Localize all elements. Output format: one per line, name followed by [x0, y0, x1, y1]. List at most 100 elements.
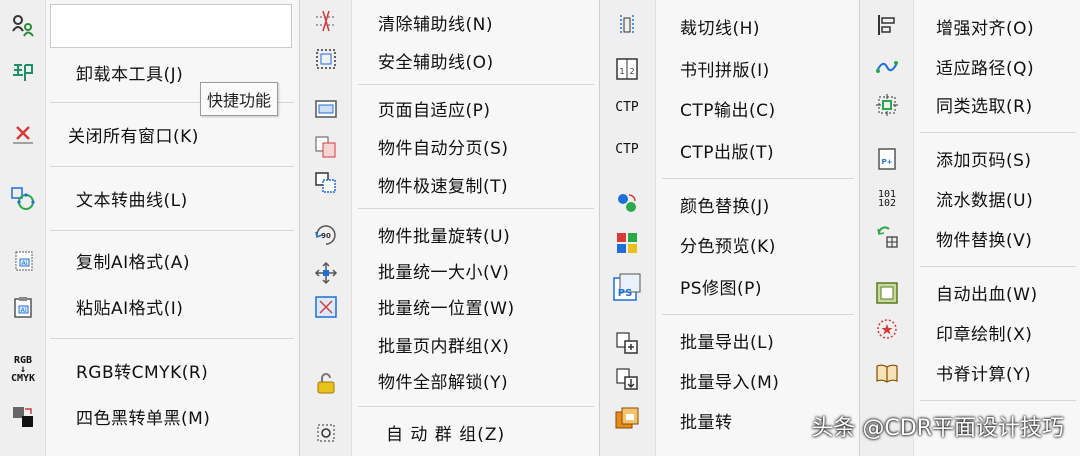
menu-item-label: 四色黑转单黑(M) [76, 408, 211, 429]
menu-item-label: 物件极速复制(T) [378, 176, 509, 197]
menu-item-label: 印章绘制(X) [936, 324, 1033, 345]
align-icon [874, 12, 900, 38]
menu-item-label: CTP输出(C) [680, 100, 776, 121]
separator [920, 266, 1076, 267]
menu-item-ps-retouch[interactable]: PS修图(P) [680, 272, 762, 300]
rgb-to-cmyk-icon: RGB ↓ CMYK [6, 350, 40, 388]
menu-item-label: 批量页内群组(X) [378, 336, 510, 357]
menu-item-label: 清除辅助线(N) [378, 14, 493, 35]
menu-item-label: 批量转 [680, 412, 733, 433]
menu-item-rgb-to-cmyk[interactable]: RGB转CMYK(R) [76, 356, 208, 384]
menu-item-label: 物件替换(V) [936, 230, 1033, 251]
menu-item-label: 物件全部解锁(Y) [378, 372, 509, 393]
menu-item-enhanced-align[interactable]: 增强对齐(O) [936, 12, 1034, 40]
menu-item-label: 流水数据(U) [936, 190, 1034, 211]
auto-paginate-icon [313, 134, 339, 160]
crop-marks-icon [614, 12, 640, 38]
number-icon-text-2: 102 [877, 198, 897, 209]
auto-group-icon [313, 420, 339, 446]
menu-item-spine-calc[interactable]: 书脊计算(Y) [936, 358, 1031, 386]
menu-item-crop-marks[interactable]: 裁切线(H) [680, 12, 760, 40]
menu-item-label: 自动出血(W) [936, 284, 1038, 305]
unify-size-icon [313, 260, 339, 286]
menu-item-label: 关闭所有窗口(K) [68, 126, 199, 147]
menu-item-batch-rotate[interactable]: 物件批量旋转(U) [378, 220, 510, 248]
menu-item-copy-ai-format[interactable]: 复制AI格式(A) [76, 246, 190, 274]
separator [50, 338, 294, 339]
menu-item-clear-guides[interactable]: 清除辅助线(N) [378, 8, 493, 36]
menu-item-paste-ai-format[interactable]: 粘贴AI格式(I) [76, 292, 183, 320]
menu-item-close-all-windows[interactable]: 关闭所有窗口(K) [68, 120, 199, 148]
menu-item-label: 裁切线(H) [680, 18, 761, 39]
menu-item-color-replace[interactable]: 颜色替换(J) [680, 190, 770, 218]
menu-item-label: 适应路径(Q) [936, 58, 1035, 79]
menu-item-separation-preview[interactable]: 分色预览(K) [680, 230, 776, 258]
separator [50, 230, 294, 231]
unify-position-icon [313, 294, 339, 320]
svg-text:Ai: Ai [22, 260, 28, 267]
menu-item-unify-size[interactable]: 批量统一大小(V) [378, 256, 509, 284]
menu-item-auto-bleed[interactable]: 自动出血(W) [936, 278, 1038, 306]
menu-item-text-to-curve[interactable]: 文本转曲线(L) [76, 184, 188, 212]
menu-item-label: 书脊计算(Y) [936, 364, 1032, 385]
menu-item-ctp-output[interactable]: CTP输出(C) [680, 94, 776, 122]
copy-ai-icon: Ai [10, 248, 36, 274]
menu-item-four-black-to-single[interactable]: 四色黑转单黑(M) [76, 402, 210, 430]
menu-item-unlock-all[interactable]: 物件全部解锁(Y) [378, 366, 508, 394]
batch-import-icon [614, 366, 640, 392]
menu-item-fast-copy[interactable]: 物件极速复制(T) [378, 170, 508, 198]
separator [50, 166, 294, 167]
rgb-icon-text-3: CMYK [10, 372, 36, 384]
menu-item-label: 批量统一位置(W) [378, 298, 515, 319]
select-similar-icon [874, 92, 900, 118]
menu-item-page-fit[interactable]: 页面自适应(P) [378, 94, 491, 122]
menu-item-uninstall[interactable]: 卸载本工具(J) [76, 58, 183, 86]
menu-item-batch-convert[interactable]: 批量转 [680, 406, 733, 434]
separator [358, 406, 594, 407]
ctp-icon-text: CTP [615, 99, 639, 115]
booklet-imposition-icon: 12 [614, 56, 640, 82]
menu-panel-page-tools: 90 清除辅助线(N) 安全辅助线(O) 页面自适应(P) 物件自动分页(S) … [300, 0, 600, 456]
batch-export-icon [614, 330, 640, 356]
menu-item-label: 添加页码(S) [936, 150, 1032, 171]
people-icon [10, 12, 36, 38]
menu-item-batch-import[interactable]: 批量导入(M) [680, 366, 779, 394]
menu-item-label: RGB转CMYK(R) [76, 362, 209, 383]
menu-item-label: 增强对齐(O) [936, 18, 1035, 39]
svg-text:1: 1 [619, 67, 624, 76]
fit-path-icon [874, 54, 900, 80]
separator [358, 208, 594, 209]
menu-item-booklet-imposition[interactable]: 书刊拼版(I) [680, 54, 770, 82]
auto-bleed-icon [874, 280, 900, 306]
menu-item-label: 安全辅助线(O) [378, 52, 494, 73]
menu-item-label: 页面自适应(P) [378, 100, 491, 121]
menu-item-stamp-draw[interactable]: 印章绘制(X) [936, 318, 1032, 346]
ctp-output-icon: CTP [608, 94, 646, 120]
menu-item-fit-path[interactable]: 适应路径(Q) [936, 52, 1034, 80]
menu-item-auto-paginate[interactable]: 物件自动分页(S) [378, 132, 509, 160]
menu-item-label: 颜色替换(J) [680, 196, 770, 217]
separator [662, 178, 854, 179]
black-convert-icon [10, 404, 36, 430]
menu-item-label: 物件批量旋转(U) [378, 226, 511, 247]
menu-item-safe-guides[interactable]: 安全辅助线(O) [378, 46, 494, 74]
menu-item-ctp-publish[interactable]: CTP出版(T) [680, 136, 774, 164]
menu-item-select-similar[interactable]: 同类选取(R) [936, 90, 1033, 118]
menu-item-label: 卸载本工具(J) [76, 64, 184, 85]
page-number-icon: P+ [874, 146, 900, 172]
menu-item-add-page-number[interactable]: 添加页码(S) [936, 144, 1032, 172]
menu-item-label: 物件自动分页(S) [378, 138, 509, 159]
menu-item-serial-data[interactable]: 流水数据(U) [936, 184, 1033, 212]
svg-text:P+: P+ [882, 158, 893, 166]
menu-item-auto-group[interactable]: 自 动 群 组(Z) [386, 418, 505, 446]
menu-item-label: 复制AI格式(A) [76, 252, 191, 273]
top-search-field[interactable] [50, 4, 292, 48]
uninstall-icon [10, 60, 36, 86]
menu-item-label: 自 动 群 组(Z) [386, 424, 506, 445]
menu-item-batch-export[interactable]: 批量导出(L) [680, 326, 774, 354]
menu-item-unify-position[interactable]: 批量统一位置(W) [378, 292, 515, 320]
serial-data-icon: 101 102 [870, 184, 904, 214]
menu-item-object-replace[interactable]: 物件替换(V) [936, 224, 1032, 252]
menu-item-batch-group-in-page[interactable]: 批量页内群组(X) [378, 330, 509, 358]
clear-guides-icon [313, 8, 339, 34]
